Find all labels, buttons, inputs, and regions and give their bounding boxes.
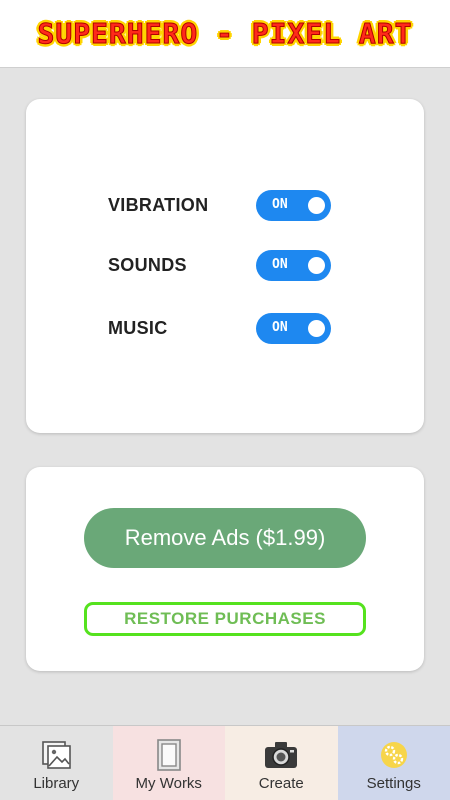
sounds-toggle-state: ON [272,257,288,272]
purchase-card: Remove Ads ($1.99) RESTORE PURCHASES [26,467,424,671]
music-toggle-state: ON [272,320,288,335]
gears-icon [377,739,411,771]
tab-library-label: Library [33,775,80,792]
camera-icon [264,739,298,771]
library-icon [39,739,73,771]
tab-my-works-label: My Works [135,775,202,792]
music-label: MUSIC [108,318,168,338]
app-title: Superhero - Pixel Art [37,17,413,51]
tab-create[interactable]: Create [225,726,338,800]
restore-purchases-button[interactable]: RESTORE PURCHASES [84,602,366,636]
setting-row-music: MUSIC ON [26,308,424,348]
sounds-toggle[interactable]: ON [256,250,331,281]
tab-my-works[interactable]: My Works [112,726,225,800]
vibration-toggle[interactable]: ON [256,190,331,221]
tab-settings[interactable]: Settings [337,726,450,800]
vibration-label: VIBRATION [108,195,209,215]
tab-settings-label: Settings [366,775,421,792]
music-toggle[interactable]: ON [256,313,331,344]
sounds-label: SOUNDS [108,255,187,275]
settings-card: VIBRATION ON SOUNDS ON MUSIC ON [26,99,424,433]
music-toggle-knob [308,320,325,337]
frame-icon [152,739,186,771]
app-header: Superhero - Pixel Art [0,0,450,68]
setting-row-sounds: SOUNDS ON [26,245,424,285]
setting-row-vibration: VIBRATION ON [26,185,424,225]
vibration-toggle-state: ON [272,197,288,212]
sounds-toggle-knob [308,257,325,274]
bottom-tab-bar: Library My Works Create Settings [0,725,450,800]
tab-library[interactable]: Library [0,726,113,800]
vibration-toggle-knob [308,197,325,214]
tab-create-label: Create [258,775,304,792]
remove-ads-button[interactable]: Remove Ads ($1.99) [84,508,366,568]
